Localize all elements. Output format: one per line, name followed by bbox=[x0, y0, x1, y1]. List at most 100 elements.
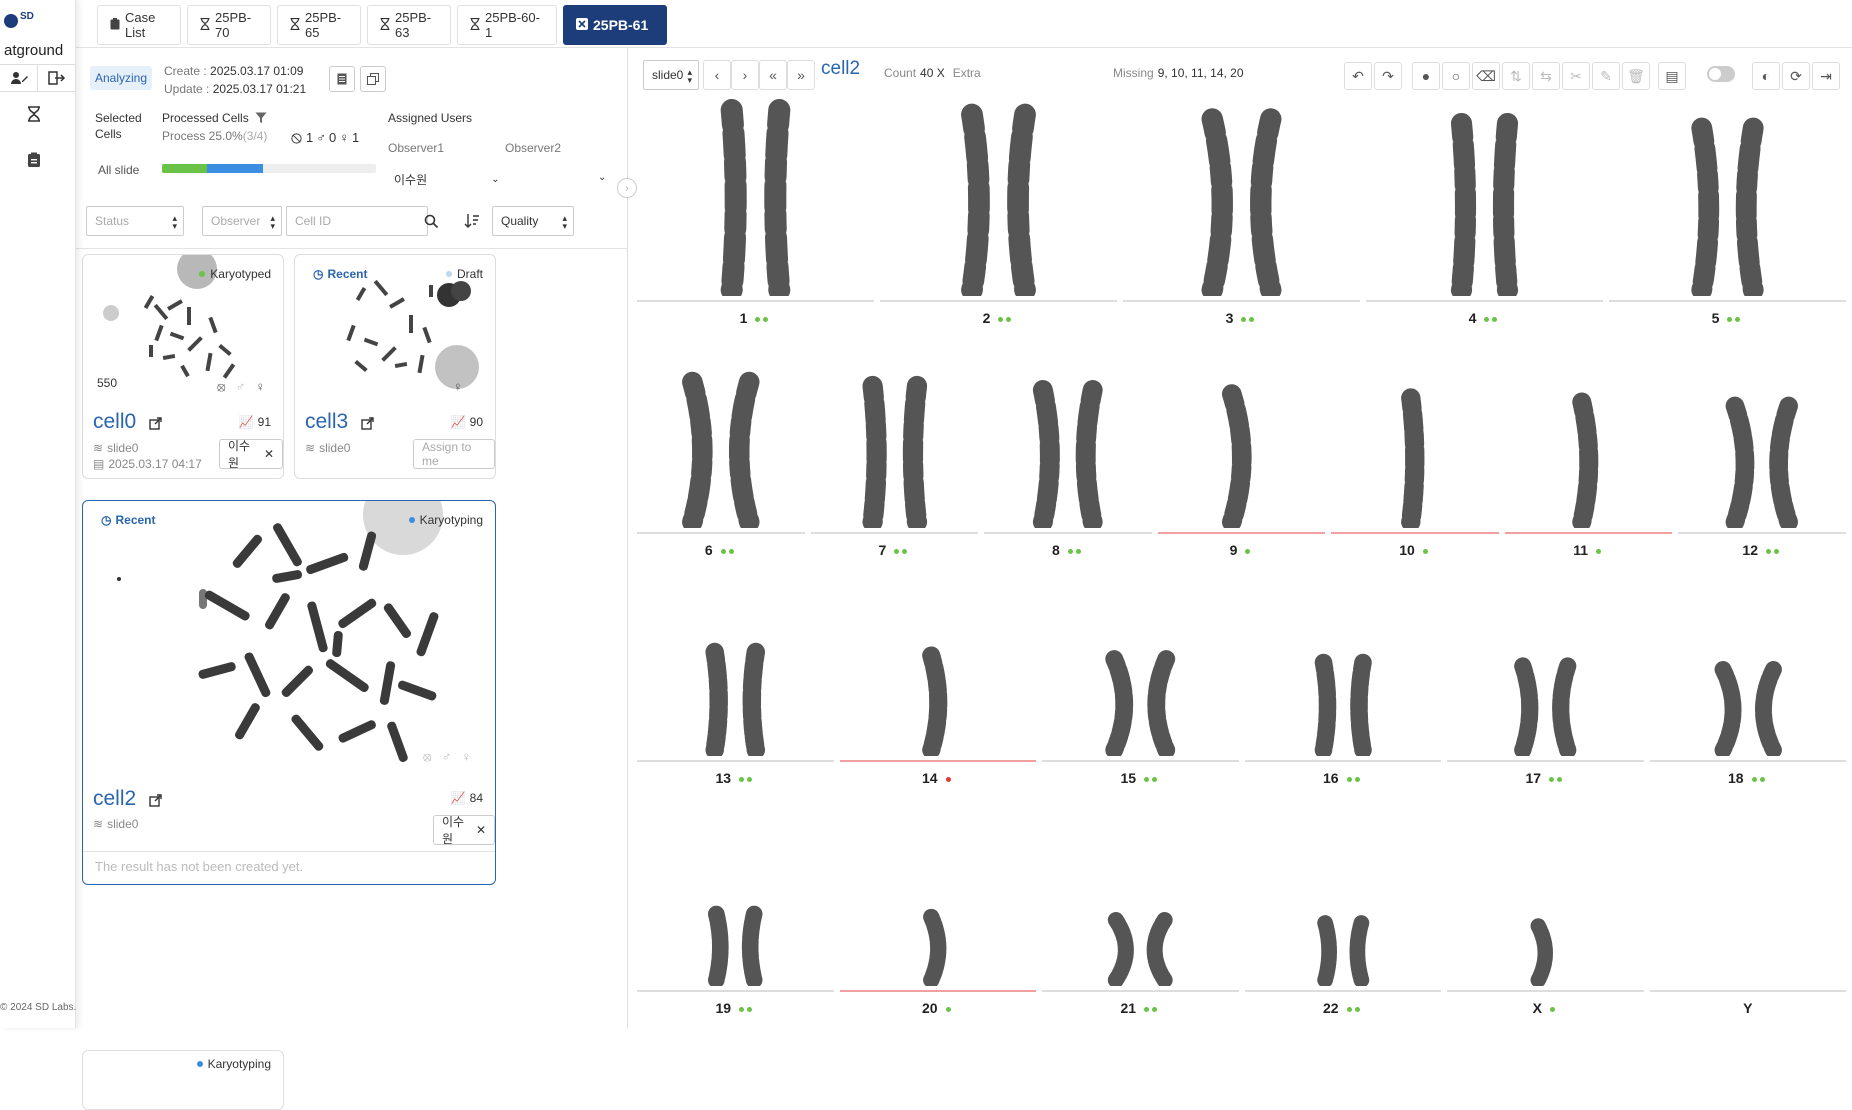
cell-name[interactable]: cell0 bbox=[93, 410, 136, 434]
prev-button[interactable]: ‹ bbox=[703, 60, 731, 90]
first-button[interactable]: « bbox=[759, 60, 787, 90]
chromosome-slot-13[interactable]: 13 bbox=[637, 568, 834, 796]
cell-card-cell0[interactable]: Karyotyped 550 ⦻ ♂ ♀ cell0 📈 91 ≋ slide0 ▤ 20… bbox=[82, 254, 284, 479]
fill-tool-button[interactable]: ● bbox=[1412, 62, 1440, 90]
female-icon[interactable]: ♀ bbox=[453, 379, 463, 394]
chromosome-number: 11 bbox=[1573, 542, 1589, 558]
chromosome-slot-2[interactable]: 2 bbox=[880, 103, 1117, 336]
assigned-user-chip[interactable]: 이수원 ✕ bbox=[219, 439, 283, 470]
chromosome-slot-9[interactable]: 9 bbox=[1157, 340, 1326, 568]
tab-25pb-65[interactable]: 25PB-65 bbox=[277, 5, 361, 45]
close-icon[interactable] bbox=[576, 17, 588, 33]
hourglass-icon[interactable] bbox=[24, 104, 44, 124]
delete-button[interactable]: 🗑 bbox=[1622, 62, 1650, 90]
cell-card-partial[interactable]: Karyotyping bbox=[82, 1050, 284, 1110]
search-button[interactable] bbox=[418, 206, 444, 236]
close-icon[interactable]: ✕ bbox=[476, 823, 486, 837]
card-status: Karyotyping bbox=[196, 1057, 271, 1071]
chromosome-label: 12 bbox=[1678, 542, 1846, 558]
chromosome-slot-7[interactable]: 7 bbox=[810, 340, 979, 568]
copy-count-dots bbox=[1422, 542, 1431, 558]
external-link-icon[interactable] bbox=[149, 417, 162, 430]
chromosome-slot-8[interactable]: 8 bbox=[984, 340, 1152, 568]
chromosome-slot-12[interactable]: 12 bbox=[1678, 340, 1846, 568]
clipboard-button[interactable]: ▤ bbox=[1658, 62, 1686, 90]
next-button[interactable]: › bbox=[731, 60, 759, 90]
chromosome-slot-16[interactable]: 16 bbox=[1244, 568, 1441, 796]
chromosome-slot-x[interactable]: X bbox=[1447, 798, 1644, 1026]
toggle-switch[interactable] bbox=[1707, 66, 1735, 82]
clock-icon: ◷ bbox=[313, 267, 324, 281]
close-icon[interactable]: ✕ bbox=[264, 447, 274, 461]
chromosome-number: 18 bbox=[1727, 770, 1744, 786]
tab-25pb-60-1[interactable]: 25PB-60-1 bbox=[457, 5, 557, 45]
flip-horizontal-button[interactable]: ⇆ bbox=[1532, 62, 1560, 90]
slide-select[interactable]: slide0 ▴ ▾ bbox=[643, 60, 699, 90]
contrast-button[interactable]: ◐ bbox=[1752, 62, 1780, 90]
redo-button[interactable]: ↷ bbox=[1374, 62, 1402, 90]
chromosome-slot-4[interactable]: 4 bbox=[1366, 108, 1603, 336]
female-icon[interactable]: ♀ bbox=[461, 749, 471, 765]
sort-order-button[interactable] bbox=[462, 210, 482, 232]
cell-name[interactable]: cell3 bbox=[305, 410, 348, 434]
export-button[interactable]: ⇥ bbox=[1812, 62, 1840, 90]
chromosome-image bbox=[1201, 108, 1282, 296]
chromosome-image bbox=[922, 908, 946, 986]
clipboard-icon[interactable] bbox=[24, 150, 44, 170]
copy-button[interactable] bbox=[360, 66, 386, 92]
chromosome-slot-11[interactable]: 11 bbox=[1504, 340, 1673, 568]
chromosome-slot-20[interactable]: 20 bbox=[839, 798, 1036, 1026]
female-icon[interactable]: ♀ bbox=[255, 379, 265, 395]
unknown-sex-icon[interactable]: ⦻ bbox=[217, 379, 226, 395]
edit-button[interactable]: ✎ bbox=[1592, 62, 1620, 90]
outline-tool-button[interactable]: ○ bbox=[1442, 62, 1470, 90]
cell-name[interactable]: cell2 bbox=[93, 787, 136, 811]
refresh-button[interactable]: ⟳ bbox=[1782, 62, 1810, 90]
observer1-select[interactable]: 이수원 ⌄ bbox=[394, 172, 500, 188]
chromosome-slot-3[interactable]: 3 bbox=[1123, 108, 1360, 336]
status-filter[interactable]: Status ▴ ▾ bbox=[86, 206, 184, 236]
chromosome-slot-17[interactable]: 17 bbox=[1447, 568, 1644, 796]
report-button[interactable] bbox=[329, 66, 355, 92]
chromosome-slot-15[interactable]: 15 bbox=[1042, 568, 1239, 796]
chromosome-slot-19[interactable]: 19 bbox=[637, 798, 834, 1026]
cell-card-cell2[interactable]: ◷ Recent Karyotyping ⦻ ♂ ♀ cell2 📈 84 ≋ slide… bbox=[82, 500, 496, 885]
tab-25pb-63[interactable]: 25PB-63 bbox=[367, 5, 451, 45]
chromosome-slot-5[interactable]: 5 bbox=[1609, 108, 1846, 336]
unknown-sex-icon[interactable]: ⦻ bbox=[423, 749, 432, 765]
cut-button[interactable]: ✂ bbox=[1562, 62, 1590, 90]
chromosome-slot-1[interactable]: 1 bbox=[637, 99, 874, 336]
undo-button[interactable]: ↶ bbox=[1344, 62, 1372, 90]
chromosome-slot-18[interactable]: 18 bbox=[1649, 568, 1846, 796]
logout-icon[interactable] bbox=[38, 65, 76, 91]
user-edit-icon[interactable] bbox=[0, 65, 38, 91]
assigned-user-chip[interactable]: 이수원 ✕ bbox=[433, 815, 495, 846]
tab-25pb-70[interactable]: 25PB-70 bbox=[187, 5, 271, 45]
eraser-button[interactable]: ⌫ bbox=[1472, 62, 1500, 90]
flip-vertical-button[interactable]: ⇅ bbox=[1502, 62, 1530, 90]
chromosome-label: X bbox=[1447, 1000, 1644, 1016]
observer2-chevron-down-icon[interactable]: ⌄ bbox=[598, 170, 606, 186]
filter-icon[interactable] bbox=[255, 112, 267, 124]
chromosome-slot-10[interactable]: 10 bbox=[1331, 340, 1499, 568]
chromosome-slot-y[interactable]: Y bbox=[1649, 798, 1846, 1026]
chromosome-number: Y bbox=[1743, 1000, 1753, 1016]
cellid-search-input[interactable]: Cell ID bbox=[286, 206, 428, 236]
chromosome-band bbox=[1691, 117, 1720, 296]
external-link-icon[interactable] bbox=[361, 417, 374, 430]
last-button[interactable]: » bbox=[787, 60, 815, 90]
sort-select[interactable]: Quality ▴ ▾ bbox=[492, 206, 574, 236]
external-link-icon[interactable] bbox=[149, 794, 162, 807]
copy-count-dots bbox=[755, 310, 771, 326]
assign-to-me-button[interactable]: Assign to me bbox=[413, 439, 495, 469]
chromosome-slot-21[interactable]: 21 bbox=[1042, 798, 1239, 1026]
tab-25pb-61[interactable]: 25PB-61 bbox=[563, 5, 667, 45]
observer-filter[interactable]: Observer ▴ ▾ bbox=[202, 206, 282, 236]
tab-case-list[interactable]: Case List bbox=[97, 5, 181, 45]
cell-card-cell3[interactable]: ◷ Recent Draft ♀ cell3 📈 90 ≋ slide0 Assign… bbox=[294, 254, 496, 479]
male-icon[interactable]: ♂ bbox=[236, 379, 246, 395]
chromosome-slot-6[interactable]: 6 bbox=[637, 340, 805, 568]
chromosome-slot-14[interactable]: 14 bbox=[839, 568, 1036, 796]
chromosome-slot-22[interactable]: 22 bbox=[1244, 798, 1441, 1026]
male-icon[interactable]: ♂ bbox=[442, 749, 452, 765]
